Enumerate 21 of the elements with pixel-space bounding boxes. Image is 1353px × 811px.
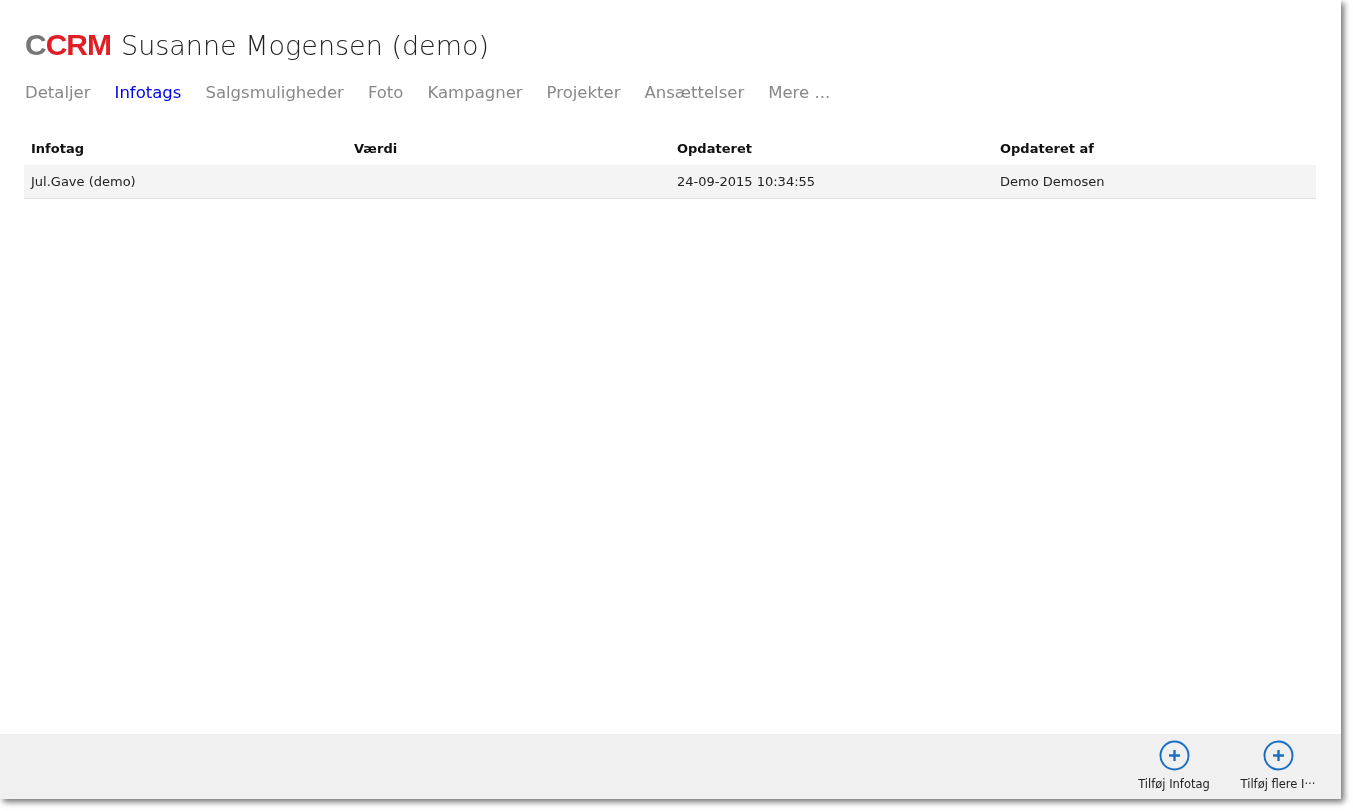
column-header: Værdi — [347, 131, 670, 166]
column-header: Infotag — [24, 131, 347, 166]
add-icon — [1158, 740, 1190, 771]
table-cell: Demo Demosen — [1000, 174, 1105, 190]
tab[interactable]: Infotags — [114, 81, 182, 106]
logo: CCRM — [25, 27, 111, 63]
add-button[interactable]: Tilføj flere I··· — [1235, 740, 1321, 799]
tab[interactable]: Projekter — [546, 81, 621, 106]
table-cell: Jul.Gave (demo) — [31, 174, 136, 190]
column-header: Opdateret af — [993, 131, 1316, 166]
add-button[interactable]: Tilføj Infotag — [1131, 740, 1217, 799]
table-cell: 24-09-2015 10:34:55 — [677, 174, 816, 190]
tab[interactable]: Salgsmuligheder — [205, 81, 344, 106]
tab[interactable]: Foto — [367, 81, 404, 106]
tab[interactable]: Ansættelser — [644, 81, 745, 106]
contact-name-title: Susanne Mogensen (demo) — [121, 29, 490, 63]
add-icon — [1262, 740, 1294, 771]
tab[interactable]: Kampagner — [427, 81, 523, 106]
tab[interactable]: Mere ... — [768, 81, 831, 106]
tab[interactable]: Detaljer — [25, 81, 91, 106]
column-header: Opdateret — [670, 131, 993, 166]
